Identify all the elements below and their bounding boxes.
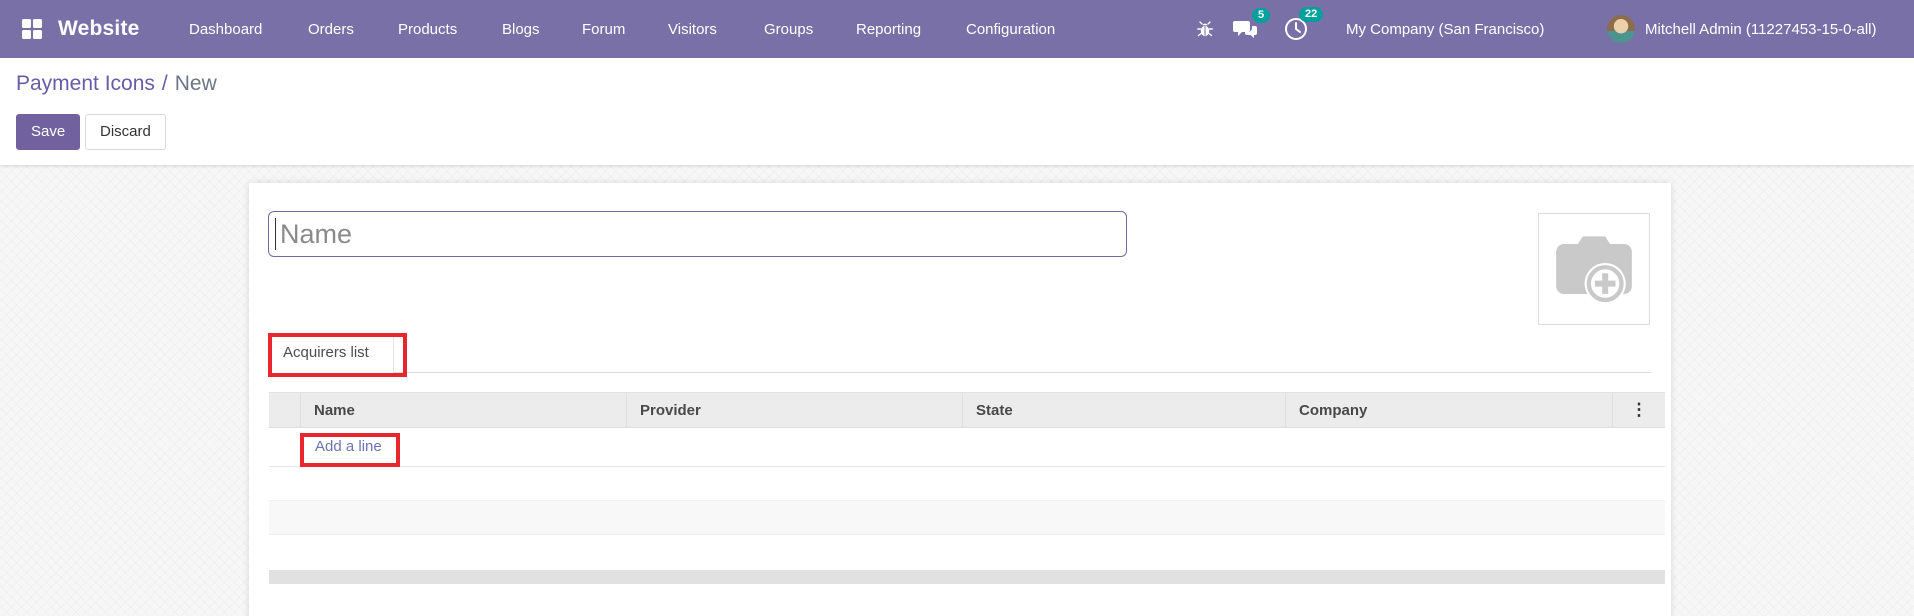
column-header-provider[interactable]: Provider bbox=[626, 393, 962, 427]
nav-item-visitors[interactable]: Visitors bbox=[668, 0, 717, 58]
column-header-company[interactable]: Company bbox=[1285, 393, 1612, 427]
nav-item-products[interactable]: Products bbox=[398, 0, 457, 58]
breadcrumb: Payment Icons / New bbox=[16, 72, 217, 96]
user-avatar[interactable] bbox=[1607, 15, 1635, 43]
breadcrumb-payment-icons-link[interactable]: Payment Icons bbox=[16, 72, 155, 95]
notebook-tabs: Acquirers list bbox=[269, 334, 1651, 373]
top-navbar: Website Dashboard Orders Products Blogs … bbox=[0, 0, 1914, 58]
nav-item-reporting[interactable]: Reporting bbox=[856, 0, 921, 58]
apps-grid-icon bbox=[22, 19, 42, 39]
column-header-state[interactable]: State bbox=[962, 393, 1285, 427]
user-menu[interactable]: Mitchell Admin (11227453-15-0-all) bbox=[1645, 0, 1877, 58]
empty-row bbox=[269, 535, 1665, 570]
breadcrumb-separator: / bbox=[161, 72, 168, 95]
nav-item-groups[interactable]: Groups bbox=[764, 0, 813, 58]
discard-button[interactable]: Discard bbox=[85, 114, 166, 150]
form-sheet: Acquirers list Name Provider State Compa… bbox=[249, 183, 1671, 616]
image-upload-box[interactable] bbox=[1538, 213, 1650, 325]
table-header-row: Name Provider State Company ⋮ bbox=[269, 392, 1665, 428]
nav-item-forum[interactable]: Forum bbox=[582, 0, 625, 58]
camera-add-icon bbox=[1556, 236, 1632, 305]
column-header-handle bbox=[269, 393, 300, 427]
empty-row bbox=[269, 467, 1665, 500]
nav-item-configuration[interactable]: Configuration bbox=[966, 0, 1055, 58]
save-button[interactable]: Save bbox=[16, 114, 81, 150]
name-input[interactable] bbox=[268, 211, 1127, 257]
app-brand[interactable]: Website bbox=[58, 0, 140, 58]
messages-count-badge[interactable]: 5 bbox=[1252, 8, 1271, 23]
horizontal-scrollbar[interactable] bbox=[269, 570, 1665, 584]
nav-item-blogs[interactable]: Blogs bbox=[502, 0, 540, 58]
acquirers-table: Name Provider State Company ⋮ Add a line bbox=[269, 392, 1665, 584]
breadcrumb-current: New bbox=[174, 72, 217, 95]
apps-menu-button[interactable] bbox=[22, 0, 42, 58]
control-panel: Payment Icons / New Save Discard bbox=[0, 58, 1914, 165]
nav-item-dashboard[interactable]: Dashboard bbox=[189, 0, 262, 58]
company-switcher[interactable]: My Company (San Francisco) bbox=[1346, 0, 1544, 58]
add-a-line-link[interactable]: Add a line bbox=[315, 428, 382, 466]
debug-menu-button[interactable] bbox=[1195, 0, 1215, 58]
content-background: Acquirers list Name Provider State Compa… bbox=[0, 165, 1914, 616]
empty-row bbox=[269, 500, 1665, 535]
tab-acquirers-list[interactable]: Acquirers list bbox=[269, 334, 394, 373]
odoo-website-backend: Website Dashboard Orders Products Blogs … bbox=[0, 0, 1914, 616]
table-row: Add a line bbox=[269, 428, 1665, 467]
activities-count-badge[interactable]: 22 bbox=[1299, 7, 1324, 22]
column-header-name[interactable]: Name bbox=[300, 393, 626, 427]
optional-columns-toggle-icon[interactable]: ⋮ bbox=[1612, 393, 1665, 427]
bug-icon bbox=[1197, 21, 1213, 37]
nav-item-orders[interactable]: Orders bbox=[308, 0, 354, 58]
